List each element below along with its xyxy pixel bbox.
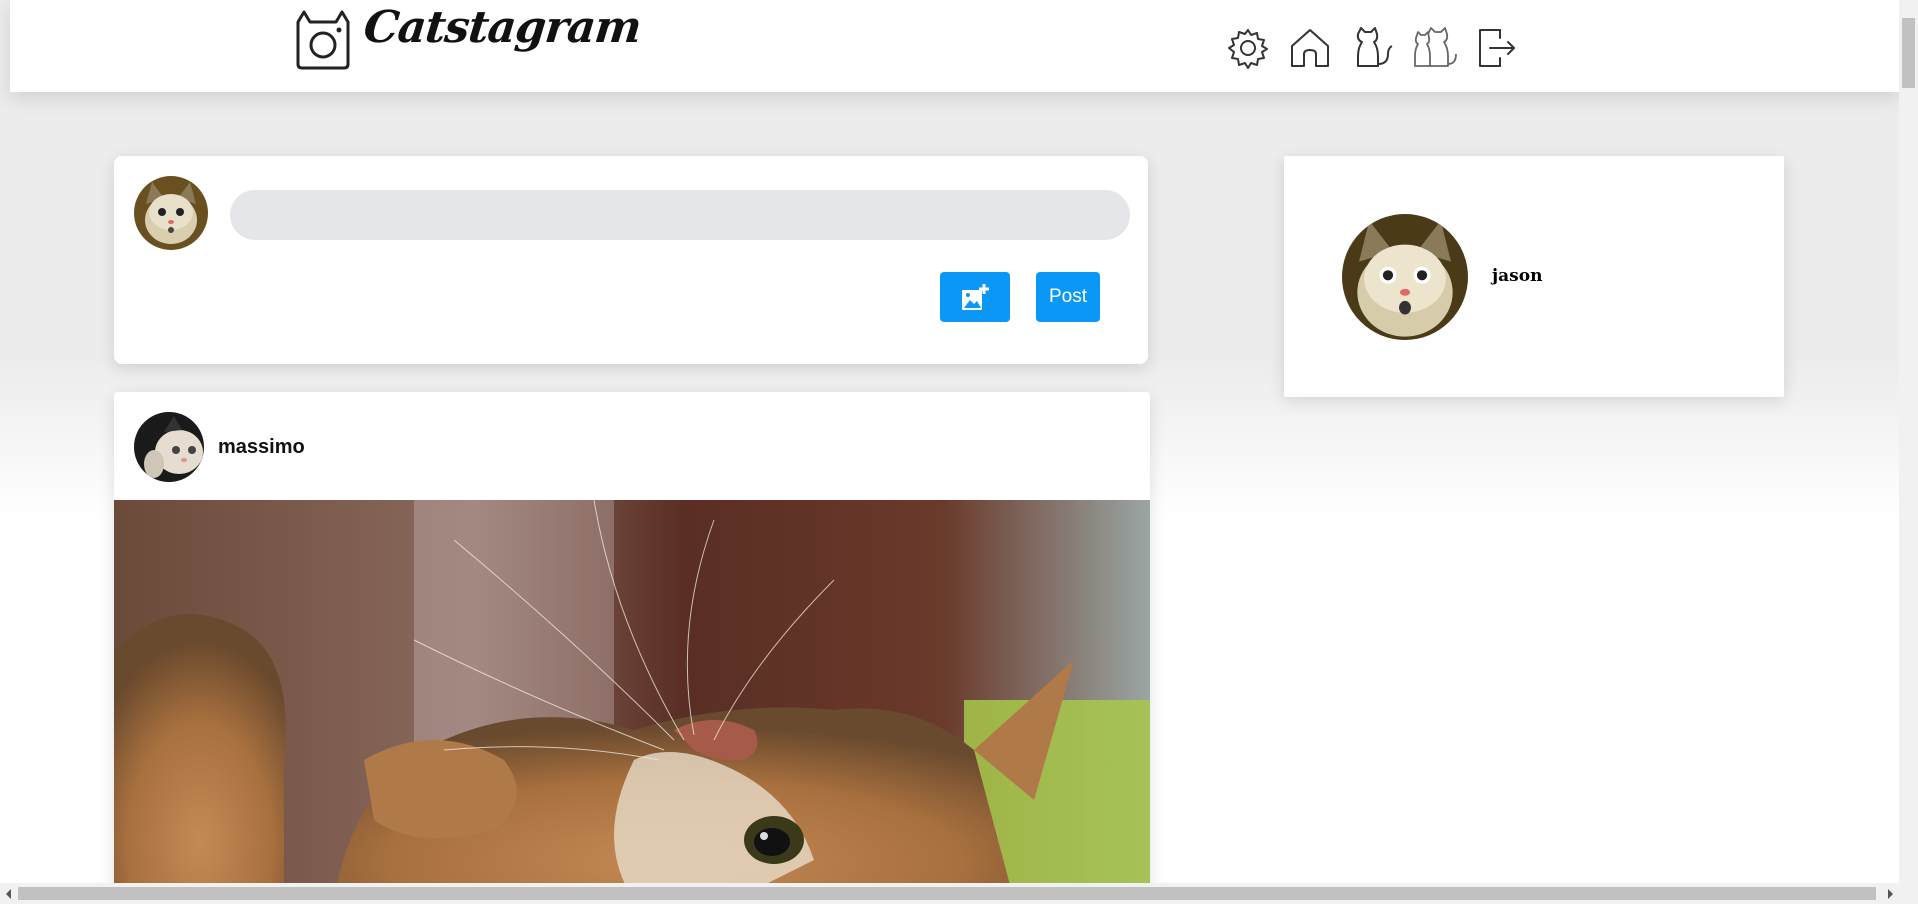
horizontal-scroll-thumb[interactable] xyxy=(18,887,1876,900)
user-avatar[interactable] xyxy=(134,176,208,250)
logout-icon[interactable] xyxy=(1472,24,1520,72)
cats-icon[interactable] xyxy=(1410,24,1458,72)
camera-cat-logo-icon[interactable] xyxy=(292,8,354,70)
app-logo-text[interactable]: Catstagram xyxy=(361,2,643,53)
top-navbar: Catstagram xyxy=(10,0,1899,92)
post-photo[interactable] xyxy=(114,500,1150,892)
cat-icon[interactable] xyxy=(1348,24,1396,72)
add-photo-icon xyxy=(962,284,989,310)
vertical-scroll-thumb[interactable] xyxy=(1902,18,1915,88)
profile-username[interactable]: jason xyxy=(1492,266,1542,286)
post-author-avatar[interactable] xyxy=(134,412,204,482)
post-card: massimo xyxy=(114,392,1150,892)
profile-avatar[interactable] xyxy=(1342,214,1468,340)
post-composer: Post xyxy=(114,156,1148,364)
scroll-right-arrow-icon[interactable] xyxy=(1888,889,1893,899)
post-author-name[interactable]: massimo xyxy=(218,436,305,459)
horizontal-scrollbar[interactable] xyxy=(0,883,1918,904)
settings-icon[interactable] xyxy=(1224,24,1272,72)
home-icon[interactable] xyxy=(1286,24,1334,72)
vertical-scrollbar[interactable] xyxy=(1899,0,1918,883)
scroll-left-arrow-icon[interactable] xyxy=(6,889,11,899)
post-button[interactable]: Post xyxy=(1036,272,1100,322)
add-image-button[interactable] xyxy=(940,272,1010,322)
profile-card: jason xyxy=(1284,156,1784,397)
post-text-input[interactable] xyxy=(230,190,1130,240)
